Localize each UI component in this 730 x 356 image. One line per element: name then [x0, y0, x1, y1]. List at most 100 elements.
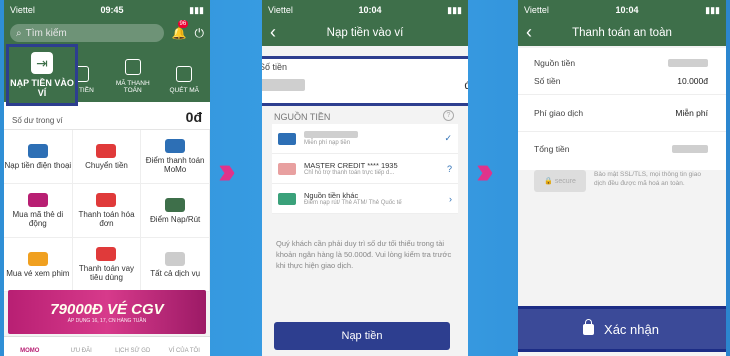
- tab-offers[interactable]: ƯU ĐÃI: [56, 337, 108, 356]
- nav-bar: ‹ Thanh toán an toàn: [518, 20, 726, 46]
- confirm-label: Xác nhận: [604, 321, 659, 337]
- summary-row-total: Tổng tiền: [518, 136, 726, 162]
- confirm-button[interactable]: Xác nhận: [518, 306, 726, 352]
- service-icon: [165, 139, 186, 153]
- service-label: Mua vé xem phim: [6, 268, 70, 278]
- source-name: Nguồn tiền khác: [304, 191, 359, 200]
- notice-text: Quý khách cần phải duy trì số dư tối thi…: [276, 239, 452, 270]
- check-icon: ✓: [444, 133, 452, 143]
- search-icon: ⌕: [16, 27, 22, 39]
- quick-scan[interactable]: QUÉT MÃ: [159, 46, 211, 102]
- service-item[interactable]: Tất cả dịch vụ: [141, 238, 210, 292]
- wallet-in-icon: ⇥: [31, 52, 53, 74]
- service-label: Tất cả dịch vụ: [150, 268, 201, 278]
- page-title: Nạp tiền vào ví: [326, 27, 404, 39]
- page-title: Thanh toán an toàn: [572, 27, 672, 39]
- balance-row: Số dư trong ví 0đ: [4, 102, 210, 130]
- service-icon: [96, 193, 117, 207]
- qr-scan-icon: [176, 66, 193, 82]
- service-item[interactable]: Mua mã thẻ di động: [4, 184, 73, 238]
- source-list: Miễn phí nạp tiền ✓ MASTER CREDIT **** 193…: [272, 124, 458, 214]
- service-icon: [165, 197, 186, 212]
- deposit-label: NẠP TIỀN VÀO VÍ: [10, 78, 74, 98]
- service-label: Điểm thanh toán MoMo: [145, 156, 205, 174]
- secure-notice: 🔒 secure Bảo mật SSL/TLS, mọi thông tin …: [534, 170, 704, 192]
- service-label: Thanh toán hóa đơn: [78, 210, 135, 228]
- tab-bar: MOMO ƯU ĐÃI LỊCH SỬ GD VÍ CỦA TÔI: [4, 336, 210, 356]
- back-icon[interactable]: ‹: [270, 23, 276, 41]
- promo-banner[interactable]: 79000Đ VÉ CGV ÁP DỤNG 16, 17, CN HÀNG TU…: [8, 290, 206, 334]
- service-icon: [27, 251, 48, 266]
- step-arrow-icon: ›››: [476, 150, 494, 192]
- phone-secure-payment: Viettel 10:04 ▮▮▮ ‹ Thanh toán an toàn N…: [518, 0, 726, 356]
- payment-summary: Nguồn tiền Số tiền 10.000đ Phí giao dịch…: [518, 48, 726, 170]
- top-bar: ⌕ Tìm kiếm 🔔 96 ⏻: [4, 20, 210, 46]
- clock: 10:04: [615, 5, 639, 15]
- service-icon: [96, 247, 117, 261]
- carrier-label: Viettel: [10, 5, 35, 15]
- total-value-redacted: [672, 145, 708, 153]
- service-label: Chuyển tiền: [85, 160, 128, 170]
- source-option[interactable]: Nguồn tiền khác Điểm nạp rút/ Thẻ ATM/ Th…: [272, 184, 458, 214]
- amount-value-redacted: [262, 79, 305, 91]
- chevron-right-icon: ›: [449, 193, 452, 204]
- phone-deposit: Viettel 10:04 ▮▮▮ ‹ Nạp tiền vào ví Số t…: [262, 0, 468, 356]
- source-subtitle: Miễn phí nạp tiền: [304, 140, 351, 146]
- service-icon: [96, 143, 117, 158]
- service-item[interactable]: Chuyển tiền: [72, 130, 142, 184]
- search-input[interactable]: ⌕ Tìm kiếm: [10, 24, 164, 42]
- summary-row-amount: Số tiền 10.000đ: [534, 76, 708, 86]
- source-subtitle: Điểm nạp rút/ Thẻ ATM/ Thẻ Quốc tế: [304, 200, 402, 206]
- clock: 10:04: [358, 5, 382, 15]
- quick-pay-code[interactable]: MÃ THANH TOÁN: [107, 46, 159, 102]
- service-label: Thanh toán vay tiêu dùng: [78, 264, 135, 282]
- secure-logo-icon: 🔒 secure: [534, 170, 586, 192]
- status-bar: Viettel 10:04 ▮▮▮: [262, 0, 468, 20]
- secure-text: Bảo mật SSL/TLS, mọi thông tin giao dịch…: [594, 171, 701, 187]
- tab-momo[interactable]: MOMO: [4, 337, 56, 356]
- tab-my-wallet[interactable]: VÍ CỦA TÔI: [159, 337, 211, 356]
- source-option[interactable]: MASTER CREDIT **** 1935 Chỉ hỗ trợ thanh …: [272, 154, 458, 184]
- power-icon[interactable]: ⏻: [195, 26, 205, 41]
- card-icon: [278, 162, 296, 175]
- service-icon: [27, 193, 48, 207]
- service-item[interactable]: Điểm Nạp/Rút: [141, 184, 210, 238]
- bell-icon[interactable]: 🔔 96: [172, 20, 189, 40]
- service-item[interactable]: Điểm thanh toán MoMo: [141, 130, 210, 184]
- back-icon[interactable]: ‹: [526, 23, 532, 41]
- step-arrow-icon: ›››: [218, 150, 236, 192]
- source-name-redacted: [304, 131, 358, 138]
- card-icon: [278, 132, 296, 145]
- service-item[interactable]: Mua vé xem phim: [4, 238, 73, 292]
- battery-icon: ▮▮▮: [705, 4, 720, 15]
- deposit-to-wallet-button[interactable]: ⇥ NẠP TIỀN VÀO VÍ: [6, 44, 78, 106]
- amount-field[interactable]: Số tiền đ: [262, 56, 468, 106]
- service-item[interactable]: Thanh toán hóa đơn: [72, 184, 142, 238]
- info-icon[interactable]: ?: [443, 110, 454, 121]
- service-item[interactable]: Nạp tiền điện thoại: [4, 130, 73, 184]
- battery-icon: ▮▮▮: [447, 4, 462, 15]
- status-bar: Viettel 09:45 ▮▮▮: [4, 0, 210, 20]
- notification-badge: 96: [177, 20, 189, 28]
- balance-label: Số dư trong ví: [12, 116, 63, 125]
- status-bar: Viettel 10:04 ▮▮▮: [518, 0, 726, 20]
- service-label: Nạp tiền điện thoại: [4, 160, 72, 170]
- balance-value: 0đ: [185, 109, 202, 125]
- phone-momo-home: Viettel 09:45 ▮▮▮ ⌕ Tìm kiếm 🔔 96 ⏻ ÚT TI…: [4, 0, 210, 356]
- service-item[interactable]: Thanh toán vay tiêu dùng: [72, 238, 142, 292]
- search-placeholder: Tìm kiếm: [25, 27, 67, 39]
- source-subtitle: Chỉ hỗ trợ thanh toán trực tiếp d...: [304, 170, 395, 176]
- source-option[interactable]: Miễn phí nạp tiền ✓: [272, 124, 458, 154]
- tab-history[interactable]: LỊCH SỬ GD: [107, 337, 159, 356]
- promo-title: 79000Đ VÉ CGV: [50, 300, 164, 318]
- promo-subtitle: ÁP DỤNG 16, 17, CN HÀNG TUẦN: [67, 317, 147, 324]
- sources-heading: NGUỒN TIỀN: [274, 112, 331, 122]
- service-icon: [27, 143, 48, 158]
- service-label: Điểm Nạp/Rút: [150, 214, 201, 224]
- help-icon: ?: [446, 163, 452, 174]
- card-icon: [278, 192, 296, 205]
- amount-label: Số tiền: [262, 62, 288, 72]
- source-name: MASTER CREDIT **** 1935: [304, 161, 398, 170]
- battery-icon: ▮▮▮: [189, 4, 204, 15]
- deposit-button[interactable]: Nạp tiền: [274, 322, 450, 350]
